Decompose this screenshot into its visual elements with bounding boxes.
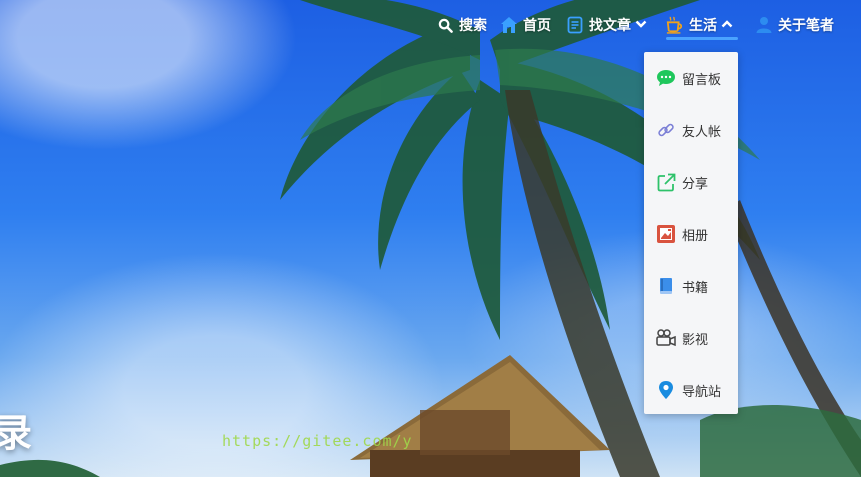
home-icon <box>500 16 518 34</box>
user-icon <box>755 16 773 34</box>
menu-item-label: 友人帐 <box>682 124 722 140</box>
menu-item-label: 相册 <box>682 228 709 244</box>
nav-search-label: 搜索 <box>459 18 487 34</box>
search-icon <box>436 16 454 34</box>
menu-item-label: 分享 <box>682 176 709 192</box>
location-pin-icon <box>656 380 676 400</box>
photo-album-icon <box>656 224 676 244</box>
nav-about-label: 关于笔者 <box>778 18 834 34</box>
menu-item-album[interactable]: 相册 <box>656 221 736 247</box>
menu-item-label: 书籍 <box>682 280 709 296</box>
coffee-cup-icon <box>666 16 684 34</box>
chat-bubble-icon <box>656 68 676 88</box>
nav-life-label: 生活 <box>689 18 717 34</box>
menu-item-share[interactable]: 分享 <box>656 169 736 195</box>
nav-active-indicator <box>666 37 738 40</box>
menu-item-guestbook[interactable]: 留言板 <box>656 65 736 91</box>
menu-item-navigation[interactable]: 导航站 <box>656 377 736 403</box>
life-dropdown-menu: 留言板 友人帐 分享 相册 书籍 影视 导航站 <box>644 52 738 414</box>
hero-title: 录 <box>0 410 34 455</box>
menu-item-friends[interactable]: 友人帐 <box>656 117 736 143</box>
nav-home-label: 首页 <box>523 18 551 34</box>
menu-item-movies[interactable]: 影视 <box>656 325 736 351</box>
nav-home[interactable]: 首页 <box>500 13 551 37</box>
nav-articles-label: 找文章 <box>589 18 631 34</box>
share-icon <box>656 172 676 192</box>
nav-life[interactable]: 生活 <box>666 13 733 37</box>
nav-articles[interactable]: 找文章 <box>566 13 647 37</box>
link-icon <box>656 120 676 140</box>
chevron-down-icon <box>635 19 647 32</box>
nav-search[interactable]: 搜索 <box>436 13 487 37</box>
watermark-url: https://gitee.com/y <box>222 432 413 450</box>
menu-item-label: 留言板 <box>682 72 722 88</box>
top-navigation: 搜索 首页 找文章 生活 关于笔者 <box>0 0 861 50</box>
menu-item-label: 影视 <box>682 332 709 348</box>
video-camera-icon <box>656 328 676 348</box>
chevron-up-icon <box>721 19 733 32</box>
nav-about[interactable]: 关于笔者 <box>755 13 834 37</box>
menu-item-books[interactable]: 书籍 <box>656 273 736 299</box>
document-icon <box>566 16 584 34</box>
menu-item-label: 导航站 <box>682 384 722 400</box>
book-icon <box>656 276 676 296</box>
